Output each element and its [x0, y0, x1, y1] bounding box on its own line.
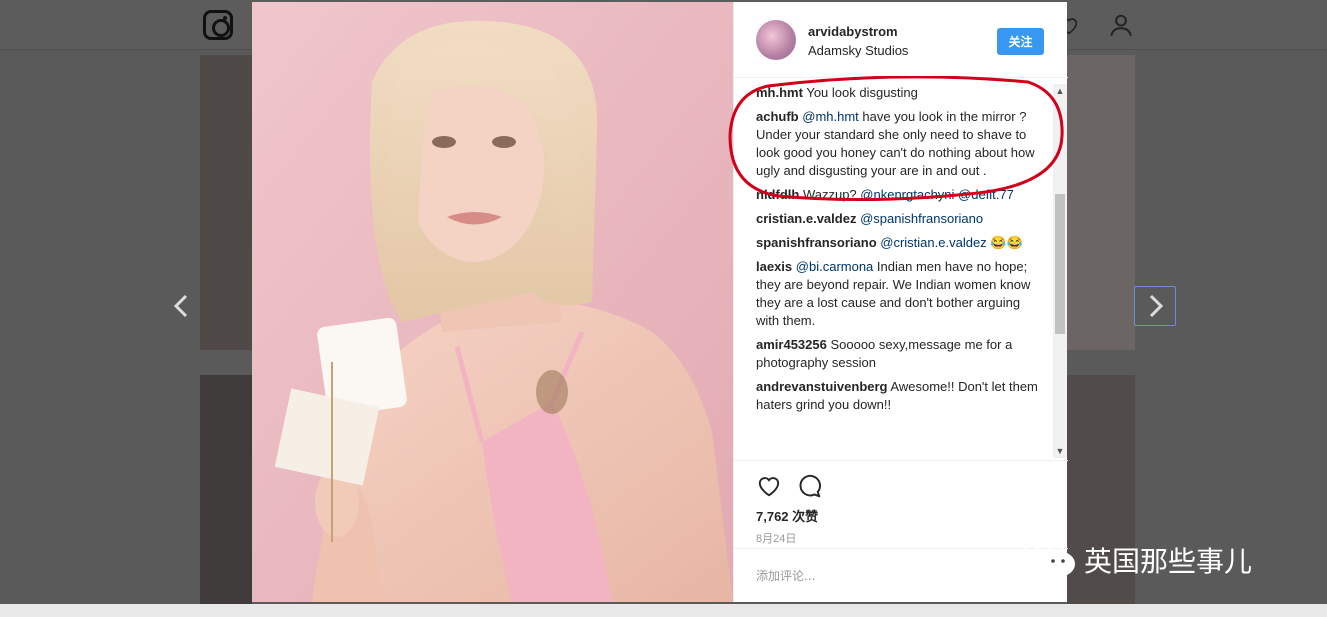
- watermark: 英国那些事儿: [1022, 532, 1292, 582]
- avatar[interactable]: [756, 20, 796, 60]
- comment-bubble-icon[interactable]: [796, 473, 822, 499]
- add-comment-input[interactable]: [756, 567, 1046, 585]
- comment-item: laexis @bi.carmona Indian men have no ho…: [756, 258, 1046, 330]
- post-date: 8月24日: [756, 533, 797, 545]
- post-header: arvidabystrom Adamsky Studios 关注: [734, 2, 1068, 78]
- chevron-right-icon: [1149, 294, 1164, 318]
- comment-item: nldfdlh Wazzup? @nkenrgtachyni @defit.77: [756, 186, 1046, 204]
- scroll-up-arrow-icon[interactable]: ▲: [1053, 84, 1067, 98]
- post-location[interactable]: Adamsky Studios: [808, 43, 908, 58]
- comment-item: andrevanstuivenberg Awesome!! Don't let …: [756, 378, 1046, 414]
- comment-author[interactable]: amir453256: [756, 337, 827, 352]
- post-photo: [252, 2, 733, 602]
- add-comment-area: [734, 548, 1068, 602]
- comment-mention[interactable]: @mh.hmt: [802, 109, 859, 124]
- comment-author[interactable]: andrevanstuivenberg: [756, 379, 888, 394]
- comment-text: 😂😂: [986, 235, 1023, 250]
- comment-mention[interactable]: @bi.carmona: [796, 259, 874, 274]
- comment-author[interactable]: nldfdlh: [756, 187, 799, 202]
- comment-mention[interactable]: @cristian.e.valdez: [880, 235, 986, 250]
- comment-item: spanishfransoriano @cristian.e.valdez 😂😂: [756, 234, 1046, 252]
- comment-mention[interactable]: @nkenrgtachyni @defit.77: [860, 187, 1014, 202]
- comment-mention[interactable]: @spanishfransoriano: [860, 211, 983, 226]
- photo-illustration: [252, 2, 733, 602]
- comment-item: achufb @mh.hmt have you look in the mirr…: [756, 108, 1046, 180]
- background-tile: [200, 375, 252, 604]
- comment-author[interactable]: cristian.e.valdez: [756, 211, 856, 226]
- comment-author[interactable]: laexis: [756, 259, 792, 274]
- comment-text: Wazzup?: [802, 187, 861, 202]
- comment-author[interactable]: spanishfransoriano: [756, 235, 877, 250]
- scroll-down-arrow-icon[interactable]: ▼: [1053, 444, 1067, 458]
- post-username[interactable]: arvidabystrom: [808, 24, 898, 39]
- post-sidebar: arvidabystrom Adamsky Studios 关注 mh.hmt …: [733, 2, 1068, 602]
- heart-icon[interactable]: [756, 473, 782, 499]
- comment-author[interactable]: mh.hmt: [756, 85, 803, 100]
- background-tile: [1067, 55, 1135, 350]
- comment-text: You look disgusting: [806, 85, 918, 100]
- comment-item: amir453256 Sooooo sexy,message me for a …: [756, 336, 1046, 372]
- watermark-text: 英国那些事儿: [1084, 545, 1253, 578]
- post-actions: 7,762 次赞 8月24日: [734, 460, 1068, 548]
- comment-scrollbar[interactable]: ▲ ▼: [1053, 84, 1067, 458]
- post-modal: arvidabystrom Adamsky Studios 关注 mh.hmt …: [252, 2, 1068, 602]
- chevron-left-icon[interactable]: [168, 290, 196, 322]
- comment-item: cristian.e.valdez @spanishfransoriano: [756, 210, 1046, 228]
- background-tile: [200, 55, 252, 350]
- instagram-logo-icon[interactable]: [203, 10, 233, 40]
- bottom-strip: [0, 604, 1327, 617]
- wechat-icon: [1023, 535, 1075, 577]
- comment-item: mh.hmt You look disgusting: [756, 84, 1046, 102]
- comment-author[interactable]: achufb: [756, 109, 799, 124]
- profile-icon[interactable]: [1108, 12, 1134, 38]
- scroll-thumb[interactable]: [1055, 194, 1065, 334]
- follow-button[interactable]: 关注: [997, 28, 1044, 55]
- comment-list[interactable]: mh.hmt You look disgusting achufb @mh.hm…: [756, 84, 1046, 460]
- next-post-button[interactable]: [1134, 286, 1176, 326]
- like-count[interactable]: 7,762 次赞: [756, 506, 818, 525]
